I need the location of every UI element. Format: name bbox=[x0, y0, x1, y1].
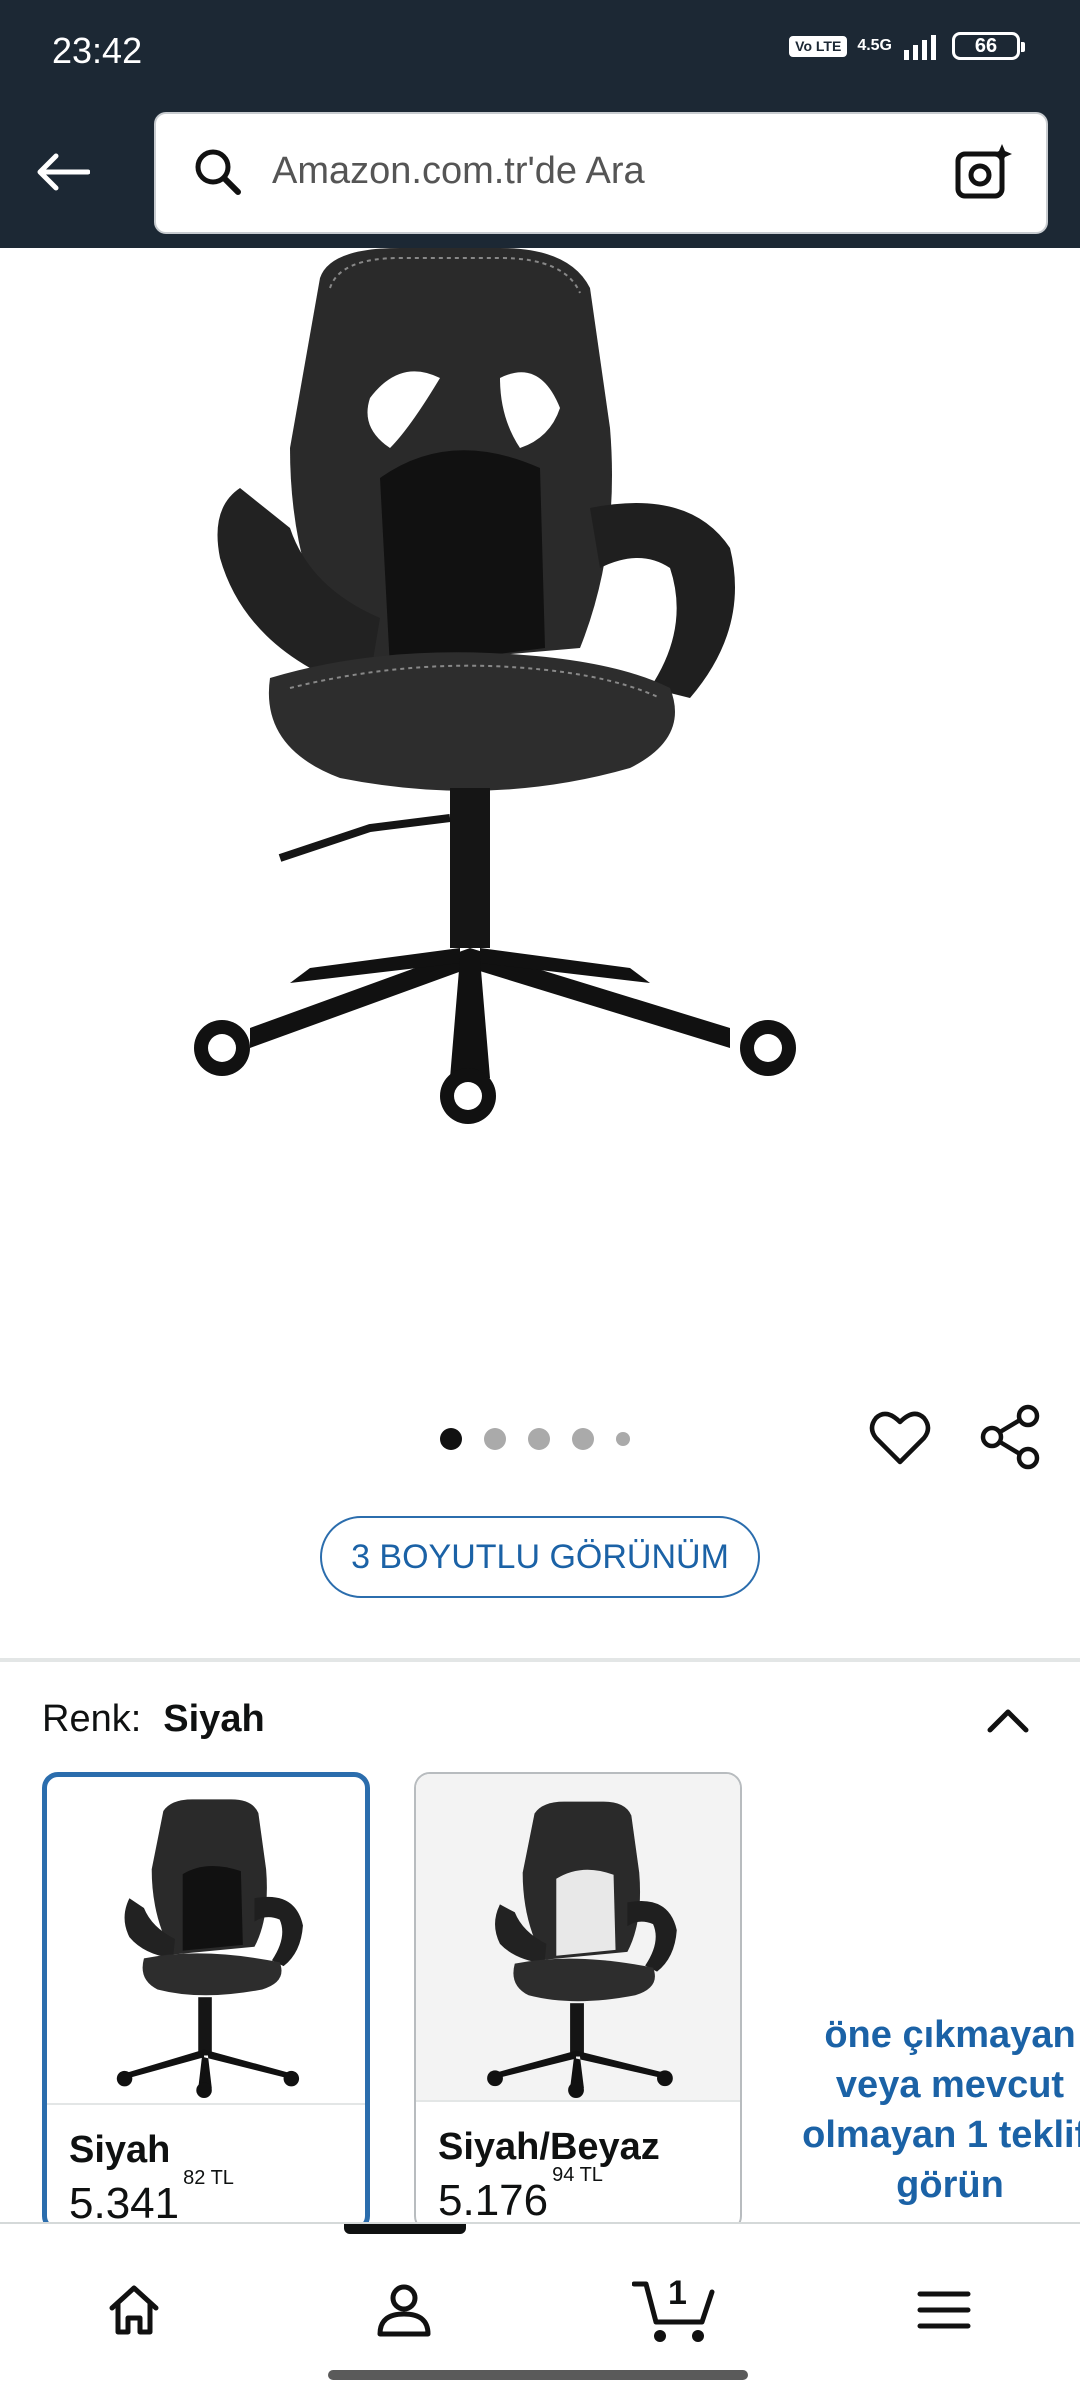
search-header: Amazon.com.tr'de Ara bbox=[0, 104, 1080, 248]
volte-icon: Vo LTE bbox=[789, 35, 848, 57]
section-divider bbox=[0, 1658, 1080, 1662]
nav-cart[interactable]: 1 bbox=[624, 2260, 724, 2360]
camera-search-icon[interactable] bbox=[952, 140, 1016, 204]
status-icons: Vo LTE 4.5G 66 bbox=[789, 32, 1025, 60]
carousel-dot[interactable] bbox=[572, 1428, 594, 1450]
network-type: 4.5G bbox=[857, 37, 892, 54]
price-fraction: 82 bbox=[183, 2167, 206, 2190]
battery-level: 66 bbox=[974, 34, 998, 57]
image-carousel-dots bbox=[440, 1428, 630, 1450]
view-3d-button[interactable]: 3 BOYUTLU GÖRÜNÜM bbox=[320, 1516, 760, 1598]
carousel-dot[interactable] bbox=[528, 1428, 550, 1450]
unavailable-offers-link[interactable]: öne çıkmayan veya mevcut olmayan 1 tekli… bbox=[790, 2010, 1080, 2210]
price-currency: TL bbox=[579, 2164, 603, 2187]
search-icon bbox=[195, 149, 241, 195]
hamburger-menu-icon bbox=[917, 2291, 971, 2329]
color-option-siyah[interactable]: Siyah 5.34182 TL bbox=[42, 1772, 370, 2232]
search-placeholder: Amazon.com.tr'de Ara bbox=[272, 150, 645, 192]
search-input[interactable]: Amazon.com.tr'de Ara bbox=[154, 112, 1048, 234]
swatch-name: Siyah bbox=[69, 2129, 171, 2171]
product-image[interactable] bbox=[170, 248, 910, 1328]
swatch-separator bbox=[47, 2103, 365, 2105]
share-icon[interactable] bbox=[978, 1404, 1042, 1470]
chevron-up-icon[interactable] bbox=[976, 1690, 1040, 1754]
carousel-dot[interactable] bbox=[616, 1432, 630, 1446]
swatch-image-black-chair bbox=[116, 1799, 303, 2099]
signal-icon bbox=[904, 32, 936, 60]
status-time: 23:42 bbox=[52, 30, 143, 71]
price-whole: 5.341 bbox=[69, 2179, 180, 2228]
battery-icon: 66 bbox=[952, 32, 1025, 60]
person-icon bbox=[377, 2284, 431, 2337]
swatch-image-black-white-chair bbox=[416, 1774, 740, 2100]
color-label: Renk: bbox=[42, 1698, 142, 1740]
price-fraction: 94 bbox=[552, 2164, 575, 2187]
arrow-left-icon bbox=[37, 153, 90, 191]
nav-menu[interactable] bbox=[894, 2260, 994, 2360]
swatch-name: Siyah/Beyaz bbox=[438, 2126, 660, 2168]
carousel-dot[interactable] bbox=[440, 1428, 462, 1450]
price-whole: 5.176 bbox=[438, 2176, 549, 2225]
cart-count: 1 bbox=[668, 2274, 687, 2312]
color-option-siyah-beyaz[interactable]: Siyah/Beyaz 5.17694 TL bbox=[414, 1772, 742, 2232]
nav-home[interactable] bbox=[84, 2260, 184, 2360]
wishlist-heart-icon[interactable] bbox=[868, 1406, 932, 1470]
price-currency: TL bbox=[210, 2167, 234, 2190]
system-home-indicator[interactable] bbox=[328, 2370, 748, 2380]
active-tab-indicator bbox=[344, 2224, 466, 2234]
color-selected-value: Siyah bbox=[163, 1698, 265, 1740]
swatch-price: 5.17694 TL bbox=[438, 2164, 603, 2226]
status-bar: 23:42 Vo LTE 4.5G 66 bbox=[0, 0, 1080, 104]
color-selector-header: Renk: Siyah bbox=[42, 1698, 265, 1741]
home-icon bbox=[109, 2285, 159, 2335]
swatch-separator bbox=[416, 2100, 740, 2102]
back-button[interactable] bbox=[22, 132, 102, 212]
nav-account[interactable] bbox=[354, 2260, 454, 2360]
carousel-dot[interactable] bbox=[484, 1428, 506, 1450]
